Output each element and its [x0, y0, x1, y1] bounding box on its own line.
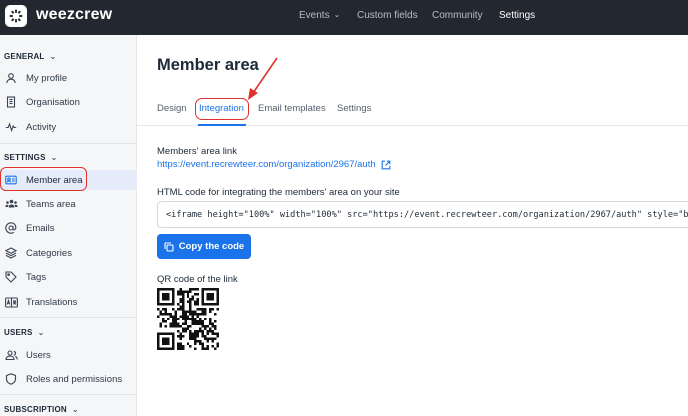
- sidebar-item-my-profile[interactable]: My profile: [0, 68, 137, 88]
- layers-icon: [4, 246, 18, 260]
- at-icon: [4, 221, 18, 235]
- members-link[interactable]: https://event.recrewteer.com/organizatio…: [157, 159, 391, 170]
- members-link-url: https://event.recrewteer.com/organizatio…: [157, 159, 376, 170]
- sidebar-item-label: Roles and permissions: [26, 373, 123, 385]
- section-divider: [0, 394, 137, 395]
- activity-icon: [4, 120, 18, 134]
- sidebar-item-label: Users: [26, 349, 51, 361]
- topnav-custom-fields[interactable]: Custom fields: [357, 10, 418, 21]
- user-icon: [4, 71, 18, 85]
- sidebar-item-organisation[interactable]: Organisation: [0, 92, 137, 112]
- copy-code-button[interactable]: Copy the code: [157, 234, 251, 259]
- sidebar-item-label: Teams area: [26, 198, 76, 210]
- topnav-events[interactable]: Events ⌄: [299, 10, 340, 21]
- section-settings[interactable]: SETTINGS ⌄: [4, 153, 58, 162]
- section-users[interactable]: USERS ⌄: [4, 328, 44, 337]
- section-general[interactable]: GENERAL ⌄: [4, 52, 56, 61]
- sidebar-item-label: Categories: [26, 247, 72, 259]
- topnav-events-label: Events: [299, 10, 330, 21]
- tab-email-templates[interactable]: Email templates: [258, 103, 326, 114]
- top-bar: weezcrew Events ⌄ Custom fields Community…: [0, 0, 688, 35]
- topnav-community[interactable]: Community: [432, 10, 483, 21]
- tab-settings[interactable]: Settings: [337, 103, 371, 114]
- sidebar-item-label: Organisation: [26, 96, 80, 108]
- building-icon: [4, 95, 18, 109]
- sidebar-item-activity[interactable]: Activity: [0, 117, 137, 137]
- qr-code-label: QR code of the link: [157, 274, 238, 285]
- logo-icon[interactable]: [5, 5, 27, 27]
- section-divider: [0, 317, 137, 318]
- section-general-title: GENERAL: [4, 52, 45, 61]
- sidebar-item-label: My profile: [26, 72, 68, 84]
- chevron-down-icon: ⌄: [71, 405, 79, 414]
- team-icon: [4, 197, 18, 211]
- app-name[interactable]: weezcrew: [36, 6, 112, 24]
- section-users-title: USERS: [4, 328, 33, 337]
- translate-icon: [4, 295, 18, 309]
- sidebar-item-categories[interactable]: Categories: [0, 243, 137, 263]
- sidebar-item-label: Tags: [26, 271, 47, 283]
- sidebar-item-translations[interactable]: Translations: [0, 292, 137, 312]
- sidebar-item-teams-area[interactable]: Teams area: [0, 194, 137, 214]
- sidebar-item-emails[interactable]: Emails: [0, 218, 137, 238]
- html-code-field[interactable]: <iframe height="100%" width="100%" src="…: [157, 201, 688, 228]
- chevron-down-icon: ⌄: [37, 328, 45, 337]
- section-subscription[interactable]: SUBSCRIPTION ⌄: [4, 405, 79, 414]
- sidebar-item-tags[interactable]: Tags: [0, 267, 137, 287]
- qr-code-image: [157, 288, 219, 350]
- active-tab-indicator: [198, 124, 246, 126]
- sidebar-item-roles-and-permissions[interactable]: Roles and permissions: [0, 369, 137, 389]
- highlight-annotation: [0, 167, 87, 191]
- section-settings-title: SETTINGS: [4, 153, 46, 162]
- chevron-down-icon: ⌄: [333, 10, 341, 19]
- section-divider: [0, 143, 137, 144]
- tab-design[interactable]: Design: [157, 103, 187, 114]
- chevron-down-icon: ⌄: [49, 52, 57, 61]
- sidebar-item-label: Activity: [26, 121, 57, 133]
- members-link-label: Members' area link: [157, 146, 237, 157]
- html-code-value: <iframe height="100%" width="100%" src="…: [166, 210, 688, 220]
- chevron-down-icon: ⌄: [50, 153, 58, 162]
- sidebar-item-label: Translations: [26, 296, 78, 308]
- page-title: Member area: [157, 56, 259, 74]
- copy-icon: [164, 241, 174, 252]
- shield-icon: [4, 372, 18, 386]
- sidebar-item-users[interactable]: Users: [0, 345, 137, 365]
- sidebar-item-label: Emails: [26, 222, 55, 234]
- topnav-settings[interactable]: Settings: [499, 10, 535, 21]
- copy-code-button-label: Copy the code: [178, 241, 245, 252]
- users-icon: [4, 348, 18, 362]
- highlight-annotation: [195, 98, 249, 120]
- html-code-label: HTML code for integrating the members' a…: [157, 187, 400, 198]
- external-link-icon[interactable]: [381, 160, 391, 170]
- section-subscription-title: SUBSCRIPTION: [4, 405, 67, 414]
- tag-icon: [4, 270, 18, 284]
